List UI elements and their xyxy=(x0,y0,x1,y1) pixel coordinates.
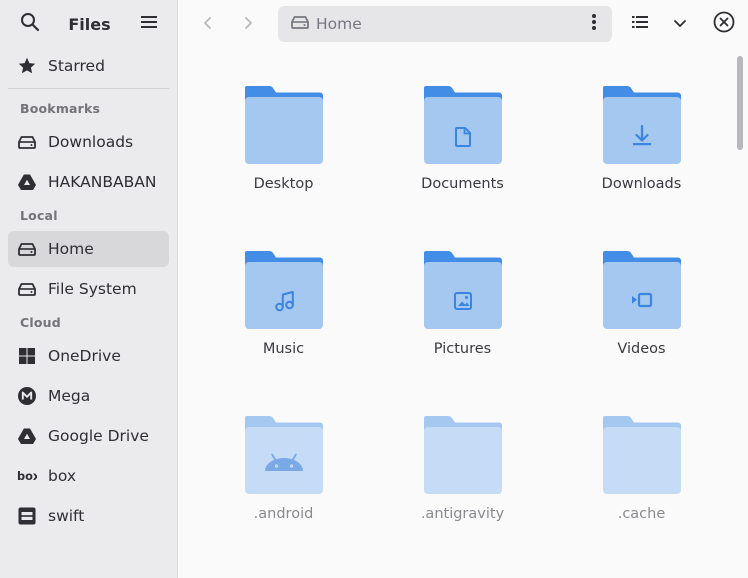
close-button[interactable] xyxy=(708,8,740,40)
sidebar-item-mega[interactable]: Mega xyxy=(8,378,169,414)
folder-icon xyxy=(244,414,324,496)
vertical-ellipsis-icon xyxy=(591,13,597,35)
sidebar-heading: Cloud xyxy=(20,315,61,330)
folder-name: Desktop xyxy=(253,176,314,192)
folder-icon xyxy=(602,249,682,331)
folder-icon xyxy=(244,84,324,166)
folder-icon xyxy=(423,84,503,166)
sidebar-item-label: box xyxy=(48,467,77,485)
sidebar-item-home[interactable]: Home xyxy=(8,231,169,267)
sidebar-item-label: HAKANBABAN xyxy=(48,173,157,191)
back-button[interactable] xyxy=(190,8,226,40)
sidebar-heading: Bookmarks xyxy=(20,101,101,116)
drive-icon xyxy=(290,12,310,36)
folder-item-dot-cache[interactable]: .cache xyxy=(552,398,731,536)
chevron-left-icon xyxy=(201,15,215,34)
sidebar-item-downloads[interactable]: Downloads xyxy=(8,124,169,160)
more-options-button[interactable] xyxy=(584,14,604,34)
sidebar-item-file-system[interactable]: File System xyxy=(8,271,169,307)
windows-icon xyxy=(17,346,37,366)
mega-icon xyxy=(17,386,37,406)
box-icon: box xyxy=(17,466,37,486)
scrollbar-thumb[interactable] xyxy=(737,56,743,150)
sidebar-separator xyxy=(8,88,169,89)
forward-button[interactable] xyxy=(230,8,266,40)
sidebar-item-starred[interactable]: Starred xyxy=(8,48,169,84)
folder-name: .antigravity xyxy=(420,506,505,522)
folder-icon xyxy=(602,84,682,166)
folder-name: .cache xyxy=(617,506,666,522)
drive-icon xyxy=(17,239,37,259)
folder-name: Documents xyxy=(421,176,504,192)
drive-icon xyxy=(17,132,37,152)
sidebar: Files Starred Bookmarks Downloads HAKANBAB… xyxy=(0,0,178,578)
folder-item-desktop[interactable]: Desktop xyxy=(194,68,373,206)
hamburger-menu-icon xyxy=(139,12,159,36)
search-button[interactable] xyxy=(14,8,46,40)
google-drive-icon xyxy=(17,426,37,446)
sidebar-item-onedrive[interactable]: OneDrive xyxy=(8,338,169,374)
folder-name: Videos xyxy=(617,341,666,357)
folder-item-music[interactable]: Music xyxy=(194,233,373,371)
chevron-down-icon xyxy=(673,15,687,34)
folder-item-videos[interactable]: Videos xyxy=(552,233,731,371)
sidebar-heading: Local xyxy=(20,208,58,223)
main-menu-button[interactable] xyxy=(133,8,165,40)
drive-icon xyxy=(17,279,37,299)
app-title: Files xyxy=(68,14,111,34)
folder-name: .android xyxy=(253,506,314,522)
svg-text:box: box xyxy=(17,469,37,483)
folder-name: Music xyxy=(262,341,305,357)
sidebar-item-label: swift xyxy=(48,507,85,525)
search-icon xyxy=(20,12,40,36)
star-icon xyxy=(17,56,37,76)
chevron-right-icon xyxy=(241,15,255,34)
folder-name: Pictures xyxy=(433,341,492,357)
sidebar-item-label: Downloads xyxy=(48,133,134,151)
main-view: Home Desktop Documents Downloads Music P… xyxy=(178,0,748,578)
google-drive-icon xyxy=(17,172,37,192)
folder-icon xyxy=(602,414,682,496)
sidebar-item-label: File System xyxy=(48,280,137,298)
sidebar-header: Files xyxy=(0,0,177,48)
location-label: Home xyxy=(316,15,362,33)
folder-item-downloads[interactable]: Downloads xyxy=(552,68,731,206)
folder-icon xyxy=(244,249,324,331)
close-icon xyxy=(713,11,735,37)
files-window: Files Starred Bookmarks Downloads HAKANBAB… xyxy=(0,0,748,578)
folder-item-documents[interactable]: Documents xyxy=(373,68,552,206)
sidebar-list: Starred Bookmarks Downloads HAKANBABAN Loca… xyxy=(0,48,177,534)
sidebar-item-label: Google Drive xyxy=(48,427,149,445)
sidebar-item-label: Starred xyxy=(48,57,105,75)
view-controls xyxy=(618,8,740,40)
folder-item-pictures[interactable]: Pictures xyxy=(373,233,552,371)
folder-icon xyxy=(423,249,503,331)
swift-icon xyxy=(17,506,37,526)
sidebar-item-label: Home xyxy=(48,240,94,258)
sidebar-item-hakanbaban[interactable]: HAKANBABAN xyxy=(8,164,169,200)
folder-icon xyxy=(423,414,503,496)
sidebar-item-label: OneDrive xyxy=(48,347,121,365)
sidebar-item-swift[interactable]: swift xyxy=(8,498,169,534)
sidebar-item-box[interactable]: boxbox xyxy=(8,458,169,494)
folder-item-dot-antigravity[interactable]: .antigravity xyxy=(373,398,552,536)
view-options-button[interactable] xyxy=(664,8,696,40)
header-bar: Home xyxy=(178,0,748,48)
file-grid: Desktop Documents Downloads Music Pictures Vi… xyxy=(194,68,730,536)
location-bar[interactable]: Home xyxy=(278,6,612,42)
folder-item-dot-android[interactable]: .android xyxy=(194,398,373,536)
sidebar-item-google-drive[interactable]: Google Drive xyxy=(8,418,169,454)
list-view-icon xyxy=(630,12,650,36)
folder-name: Downloads xyxy=(601,176,682,192)
sidebar-item-label: Mega xyxy=(48,387,91,405)
list-view-button[interactable] xyxy=(624,8,656,40)
